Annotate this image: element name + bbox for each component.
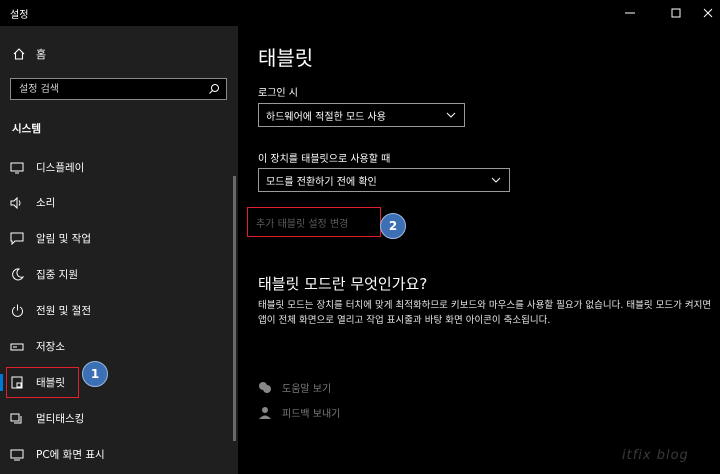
sidebar-item-display[interactable]: 디스플레이 [0, 150, 230, 185]
sidebar-item-label: 집중 지원 [36, 269, 78, 281]
help-label: 도움말 보기 [282, 384, 332, 395]
tablet-mode-description: 태블릿 모드는 장치를 터치에 맞게 최적화하므로 키보드와 마우스를 사용할 … [258, 300, 712, 326]
feedback-label: 피드백 보내기 [282, 409, 341, 420]
project-icon [10, 448, 24, 462]
sidebar-item-label: 전원 및 절전 [36, 305, 91, 317]
sidebar: 홈 시스템 디스플레이 소리 알림 및 작업 집중 지원 전원 및 절전 저장소… [0, 26, 238, 474]
sidebar-item-notifications[interactable]: 알림 및 작업 [0, 221, 230, 256]
sidebar-scrollbar[interactable] [233, 176, 236, 441]
title-bar: 설정 [0, 0, 720, 26]
watermark: itfix blog [622, 448, 689, 463]
sidebar-item-label: 디스플레이 [36, 162, 85, 174]
minimize-icon [625, 12, 635, 14]
speaker-icon [10, 196, 24, 210]
sidebar-item-multitasking[interactable]: 멀티태스킹 [0, 401, 230, 436]
search-input[interactable] [11, 79, 217, 99]
home-label: 홈 [36, 48, 47, 61]
message-icon [10, 232, 24, 246]
settings-search[interactable] [10, 78, 227, 100]
storage-icon [10, 340, 24, 354]
tablet-switch-value: 모드를 전환하기 전에 확인 [266, 176, 377, 188]
send-feedback-link[interactable]: 피드백 보내기 [258, 405, 340, 420]
sidebar-item-label: 소리 [36, 197, 56, 209]
maximize-button[interactable] [658, 0, 694, 26]
sidebar-item-storage[interactable]: 저장소 [0, 329, 230, 364]
home-nav[interactable]: 홈 [12, 46, 46, 62]
feedback-icon [259, 406, 271, 419]
multitasking-icon [10, 412, 24, 426]
sidebar-item-label: PC에 화면 표시 [36, 449, 105, 461]
moon-icon [10, 268, 24, 282]
step-badge-1: 1 [82, 361, 108, 387]
page-title: 태블릿 [258, 46, 314, 70]
search-icon[interactable] [208, 83, 220, 95]
maximize-icon [671, 8, 681, 18]
tablet-mode-question: 태블릿 모드란 무엇인가요? [258, 275, 428, 293]
close-icon [703, 8, 713, 18]
sidebar-item-label: 알림 및 작업 [36, 233, 91, 245]
power-icon [10, 304, 24, 318]
sidebar-item-label: 멀티태스킹 [36, 413, 85, 425]
section-heading: 시스템 [12, 123, 41, 135]
sidebar-item-power[interactable]: 전원 및 절전 [0, 293, 230, 328]
tablet-use-label: 이 장치를 태블릿으로 사용할 때 [258, 154, 391, 165]
sidebar-item-focus-assist[interactable]: 집중 지원 [0, 257, 230, 292]
app-title: 설정 [10, 10, 29, 21]
extra-settings-highlight-box [247, 207, 381, 237]
tablet-highlight-box [6, 367, 79, 398]
sidebar-item-label: 저장소 [36, 341, 65, 353]
get-help-link[interactable]: 도움말 보기 [258, 380, 331, 395]
sidebar-item-sound[interactable]: 소리 [0, 185, 230, 220]
chevron-down-icon [491, 177, 501, 183]
signin-mode-dropdown[interactable]: 하드웨어에 적절한 모드 사용 [258, 103, 465, 127]
signin-mode-value: 하드웨어에 적절한 모드 사용 [266, 111, 386, 123]
signin-label: 로그인 시 [258, 88, 298, 99]
tablet-switch-dropdown[interactable]: 모드를 전환하기 전에 확인 [258, 168, 510, 192]
monitor-icon [10, 161, 24, 175]
chevron-down-icon [446, 112, 456, 118]
step-badge-2: 2 [380, 213, 406, 239]
chat-help-icon [259, 382, 271, 393]
home-icon [13, 48, 25, 60]
sidebar-item-project[interactable]: PC에 화면 표시 [0, 437, 230, 472]
close-button[interactable] [690, 0, 720, 26]
minimize-button[interactable] [612, 0, 648, 26]
